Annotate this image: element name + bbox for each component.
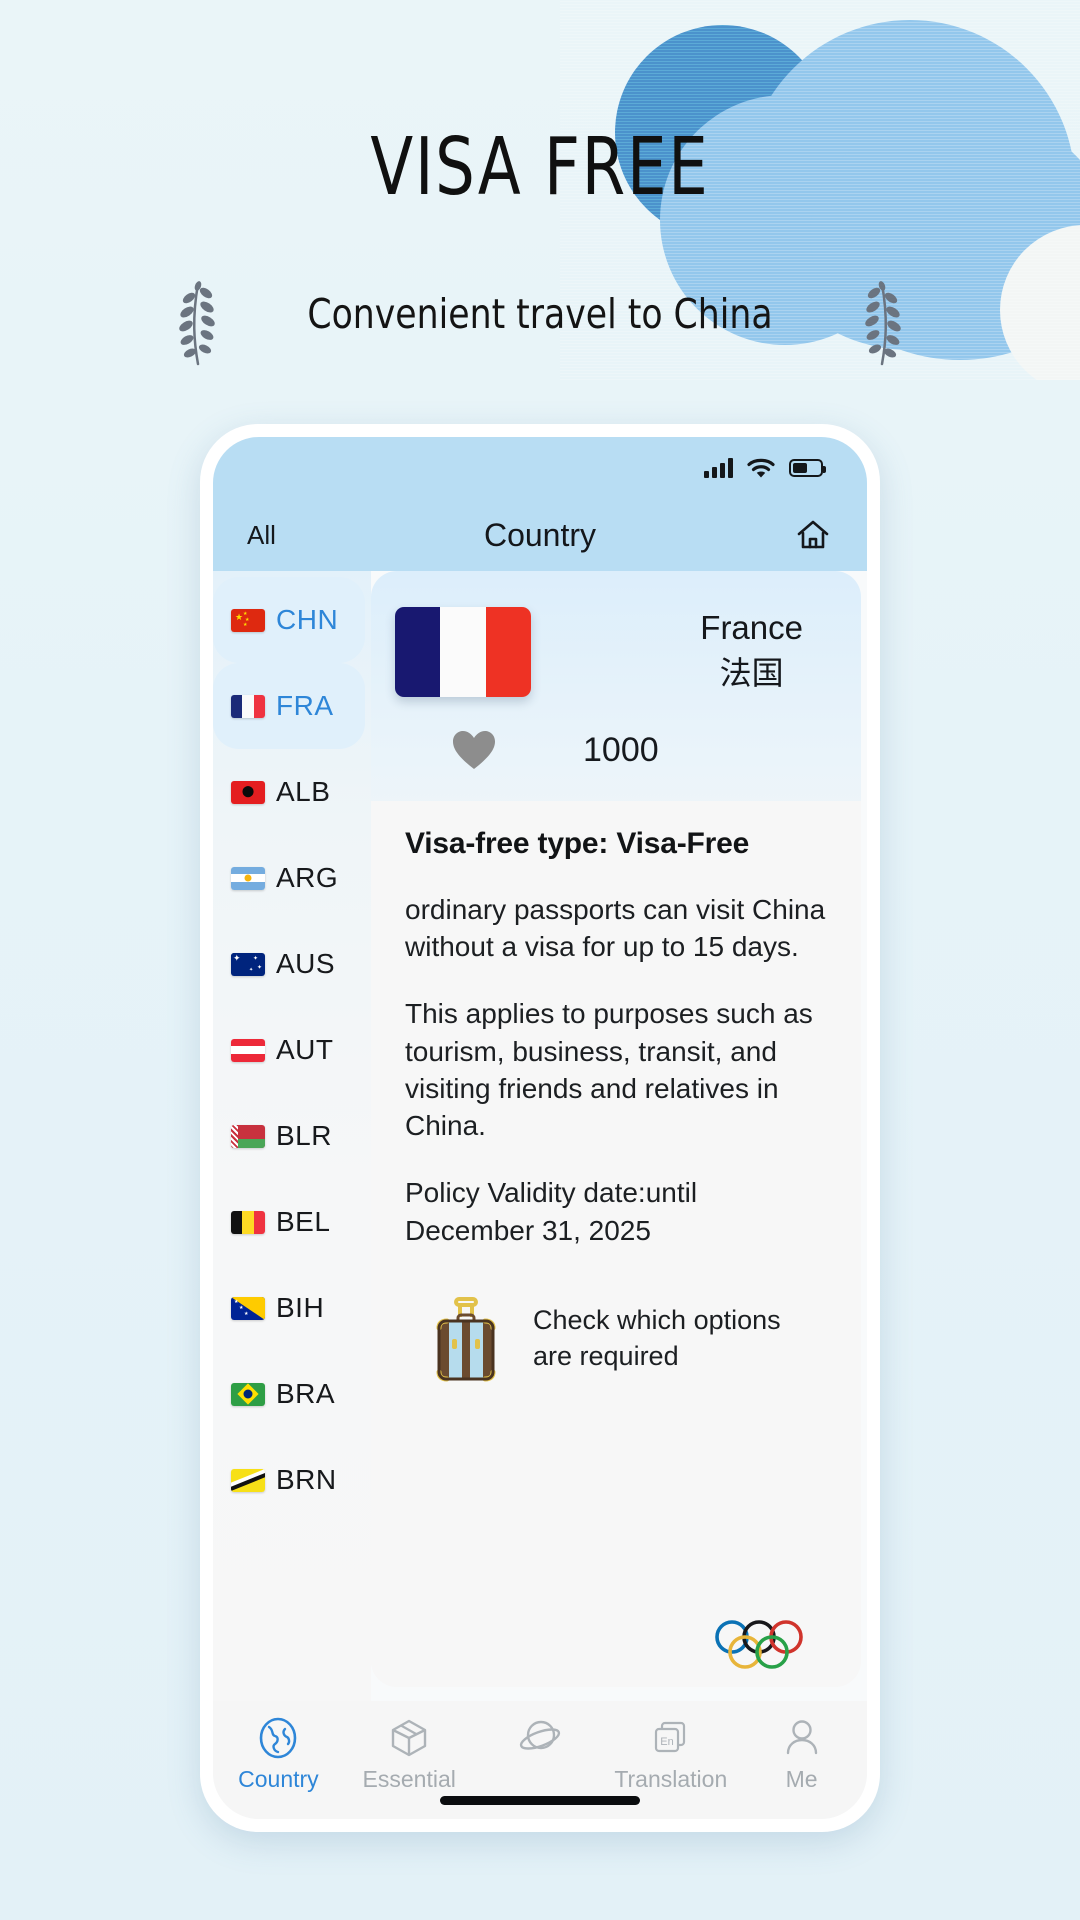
tab-essential[interactable]: Essential [344,1715,475,1793]
svg-text:En: En [660,1736,673,1748]
visa-paragraph-3: Policy Validity date:until December 31, … [405,1177,698,1246]
poster-subtitle: Convenient travel to China [307,290,773,338]
status-bar [213,437,867,499]
tab-planet[interactable] [475,1715,606,1766]
nav-bar: All Country [213,499,867,571]
sidebar-item-aus[interactable]: ✦ ✦ ✦ ✦ AUS [213,921,371,1007]
signal-bars-icon [704,458,733,478]
by-flag-icon [231,1124,265,1148]
sidebar-item-label: BLR [276,1120,332,1151]
tab-me[interactable]: Me [736,1715,867,1793]
likes-row: 1000 [371,703,861,801]
visa-paragraph-1: ordinary passports can visit China witho… [405,894,826,963]
sidebar-item-label: CHN [276,604,339,635]
visa-info-body: Visa-free type: Visa-Free ordinary passp… [371,801,861,1687]
box-icon [386,1715,432,1761]
sidebar-item-bel[interactable]: BEL [213,1179,371,1265]
sidebar-item-label: AUT [276,1034,334,1065]
al-flag-icon: ⬤ [231,780,265,804]
sidebar-item-label: BRN [276,1464,337,1495]
sidebar-item-label: BRA [276,1378,336,1409]
content-area: ★ ★ ★ ★ CHN FRA ⬤ ALB ARG ✦ ✦ ✦ ✦ AUS AUT B… [213,571,867,1701]
sidebar-item-chn[interactable]: ★ ★ ★ ★ CHN [213,577,365,663]
tab-label: Translation [614,1766,728,1792]
sidebar-item-aut[interactable]: AUT [213,1007,371,1093]
france-flag-icon [395,607,531,697]
country-name-en: France [700,609,803,647]
like-count: 1000 [583,730,659,769]
home-icon[interactable] [793,515,833,555]
country-sidebar[interactable]: ★ ★ ★ ★ CHN FRA ⬤ ALB ARG ✦ ✦ ✦ ✦ AUS AUT B… [213,571,371,1701]
check-options-text: Check which options are required [533,1305,781,1371]
bn-flag-icon [231,1468,265,1492]
heart-icon[interactable] [451,729,497,771]
person-icon [779,1715,825,1761]
br-flag-icon [231,1382,265,1406]
sidebar-item-bih[interactable]: ★ ★ ★ BIH [213,1265,371,1351]
translate-en-icon: En [648,1715,694,1761]
app-screen: All Country ★ ★ ★ ★ CHN FRA ⬤ ALB ARG ✦ … [213,437,867,1819]
ba-flag-icon: ★ ★ ★ [231,1296,265,1320]
bottom-tab-bar[interactable]: Country Essential En Translation Me [213,1701,867,1819]
poster-stage: VISA FREE Convenient travel to China All… [0,0,1080,1920]
country-detail-card: France 法国 1000 Visa-free type: Visa-Free… [371,571,861,1687]
tab-label: Essential [362,1766,456,1792]
sidebar-item-label: BEL [276,1206,331,1237]
cn-flag-icon: ★ ★ ★ ★ [231,608,265,632]
country-name-cn: 法国 [719,655,784,692]
suitcase-icon [436,1296,496,1382]
battery-icon [789,459,826,477]
sidebar-item-fra[interactable]: FRA [213,663,365,749]
nav-all-button[interactable]: All [247,520,276,551]
poster-title: VISA FREE [370,121,710,213]
wifi-icon [747,458,775,477]
tab-label: Country [238,1766,319,1792]
ar-flag-icon [231,866,265,890]
sidebar-item-label: ARG [276,862,339,893]
be-flag-icon [231,1210,265,1234]
visa-type-label: Visa-free type: Visa-Free [405,827,750,860]
visa-paragraph-2: This applies to purposes such as tourism… [405,998,813,1142]
sidebar-item-brn[interactable]: BRN [213,1437,371,1523]
home-indicator [440,1796,640,1805]
page-title: Country [483,516,597,553]
planet-icon [517,1715,563,1761]
sidebar-item-alb[interactable]: ⬤ ALB [213,749,371,835]
tab-label: Me [785,1766,818,1792]
tab-translation[interactable]: En Translation [605,1715,736,1793]
sidebar-item-label: FRA [276,690,334,721]
globe-icon [255,1715,301,1761]
sidebar-item-bra[interactable]: BRA [213,1351,371,1437]
sidebar-item-label: ALB [276,776,331,807]
tab-country[interactable]: Country [213,1715,344,1793]
fr-flag-icon [231,694,265,718]
at-flag-icon [231,1038,265,1062]
olympic-rings-icon [715,1620,803,1669]
phone-mockup: All Country ★ ★ ★ ★ CHN FRA ⬤ ALB ARG ✦ … [200,424,880,1832]
sidebar-item-label: BIH [276,1292,325,1323]
country-header: France 法国 [371,571,861,703]
check-options-row[interactable]: Check which options are required [405,1279,827,1385]
sidebar-item-label: AUS [276,948,336,979]
sidebar-item-blr[interactable]: BLR [213,1093,371,1179]
country-names: France 法国 [700,607,821,696]
sidebar-item-arg[interactable]: ARG [213,835,371,921]
au-flag-icon: ✦ ✦ ✦ ✦ [231,952,265,976]
